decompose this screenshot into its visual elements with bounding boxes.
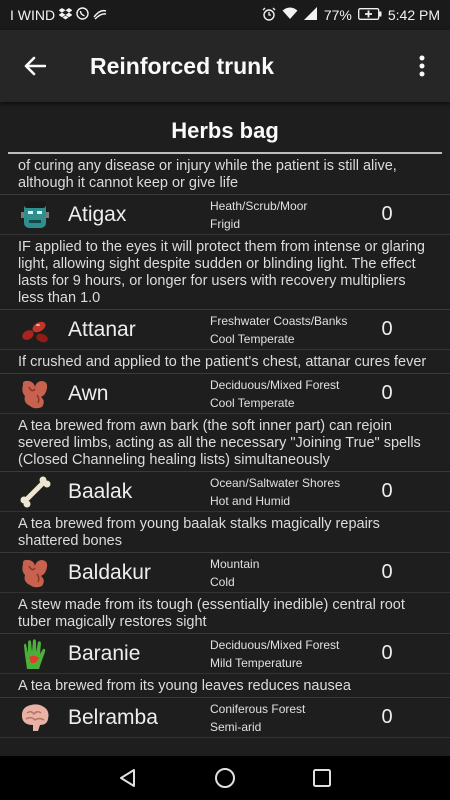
system-nav-bar <box>0 756 450 800</box>
nav-home-button[interactable] <box>205 758 245 798</box>
herb-name: Baldakur <box>68 560 151 584</box>
herb-description: A tea brewed from its young leaves reduc… <box>0 674 450 698</box>
alarm-icon <box>262 7 276 24</box>
clock-time: 5:42 PM <box>387 7 440 23</box>
herb-climate: Semi-arid <box>210 719 262 734</box>
nav-recents-button[interactable] <box>302 758 342 798</box>
herb-climate: Hot and Humid <box>210 493 291 508</box>
herb-count[interactable]: 0 <box>372 480 402 503</box>
herb-climate: Cool Temperate <box>210 331 295 346</box>
herb-list[interactable]: Herbs bag of curing any disease or injur… <box>0 102 450 756</box>
herb-name: Awn <box>68 381 109 405</box>
herb-habitat: Deciduous/Mixed Forest <box>210 637 340 652</box>
carrier-label: I WIND <box>10 7 56 23</box>
back-button[interactable] <box>0 30 70 102</box>
herb-count[interactable]: 0 <box>372 561 402 584</box>
zombie-face-icon <box>21 200 49 228</box>
herb-row-attanar[interactable]: Attanar Freshwater Coasts/Banks Cool Tem… <box>0 310 450 350</box>
swirl-icon <box>93 7 107 23</box>
wifi-icon <box>282 7 298 23</box>
herb-description: of curing any disease or injury while th… <box>0 154 450 195</box>
herb-climate: Mild Temperature <box>210 655 303 670</box>
herb-description: A tea brewed from awn bark (the soft inn… <box>0 414 450 472</box>
herb-description: A tea brewed from young baalak stalks ma… <box>0 512 450 553</box>
herb-habitat: Coniferous Forest <box>210 701 306 716</box>
organs-icon <box>22 559 48 587</box>
herb-climate: Frigid <box>210 216 241 231</box>
whatsapp-icon <box>76 7 89 23</box>
app-bar: Reinforced trunk <box>0 30 450 102</box>
herb-info: Heath/Scrub/Moor Frigid <box>210 197 360 233</box>
overflow-menu-button[interactable] <box>394 30 450 102</box>
herb-habitat: Heath/Scrub/Moor <box>210 198 308 213</box>
section-title: Herbs bag <box>171 118 279 143</box>
herb-row-atigax[interactable]: Atigax Heath/Scrub/Moor Frigid 0 <box>0 195 450 235</box>
organs-icon <box>22 380 48 408</box>
herb-count[interactable]: 0 <box>372 642 402 665</box>
herb-info: Coniferous Forest Semi-arid <box>210 700 360 736</box>
herb-info: Freshwater Coasts/Banks Cool Temperate <box>210 312 360 348</box>
herb-name: Baranie <box>68 641 141 665</box>
herb-climate: Cold <box>210 574 235 589</box>
herb-name: Attanar <box>68 317 136 341</box>
status-right: 77% 5:42 PM <box>262 7 440 24</box>
herb-count[interactable]: 0 <box>372 382 402 405</box>
herb-habitat: Deciduous/Mixed Forest <box>210 377 340 392</box>
signal-icon <box>303 7 318 23</box>
herb-description: If crushed and applied to the patient's … <box>0 350 450 374</box>
battery-percent: 77% <box>323 7 352 23</box>
herb-count[interactable]: 0 <box>372 706 402 729</box>
triangle-back-icon <box>120 769 136 787</box>
herb-info: Ocean/Saltwater Shores Hot and Humid <box>210 474 360 510</box>
more-vert-icon <box>419 55 425 77</box>
dropbox-icon <box>58 7 73 23</box>
arrow-back-icon <box>24 56 46 76</box>
bone-icon <box>20 476 51 507</box>
herb-description: A stew made from its tough (essentially … <box>0 593 450 634</box>
herb-info: Deciduous/Mixed Forest Cool Temperate <box>210 376 360 412</box>
brain-icon <box>21 703 49 731</box>
herb-habitat: Ocean/Saltwater Shores <box>210 475 341 490</box>
battery-icon <box>357 7 382 23</box>
herb-count[interactable]: 0 <box>372 203 402 226</box>
herb-row-baalak[interactable]: Baalak Ocean/Saltwater Shores Hot and Hu… <box>0 472 450 512</box>
pills-icon <box>22 321 48 342</box>
herb-name: Atigax <box>68 202 127 226</box>
herb-row-belramba[interactable]: Belramba Coniferous Forest Semi-arid 0 <box>0 698 450 738</box>
herb-row-baranie[interactable]: Baranie Deciduous/Mixed Forest Mild Temp… <box>0 634 450 674</box>
herb-row-baldakur[interactable]: Baldakur Mountain Cold 0 <box>0 553 450 593</box>
herb-habitat: Mountain <box>210 556 260 571</box>
herb-climate: Cool Temperate <box>210 395 295 410</box>
square-recents-icon <box>312 769 331 787</box>
herb-count[interactable]: 0 <box>372 318 402 341</box>
herb-habitat: Freshwater Coasts/Banks <box>210 313 348 328</box>
herb-info: Mountain Cold <box>210 555 360 591</box>
circle-home-icon <box>214 768 235 788</box>
status-bar: I WIND 77% 5:42 PM <box>0 0 450 30</box>
herb-info: Deciduous/Mixed Forest Mild Temperature <box>210 636 360 672</box>
herb-name: Belramba <box>68 705 158 729</box>
nav-back-button[interactable] <box>108 758 148 798</box>
status-left: I WIND <box>10 7 107 23</box>
herb-name: Baalak <box>68 479 133 503</box>
herb-description: IF applied to the eyes it will protect t… <box>0 235 450 310</box>
hand-icon <box>24 638 46 669</box>
herb-row-awn[interactable]: Awn Deciduous/Mixed Forest Cool Temperat… <box>0 374 450 414</box>
page-title: Reinforced trunk <box>90 52 275 79</box>
